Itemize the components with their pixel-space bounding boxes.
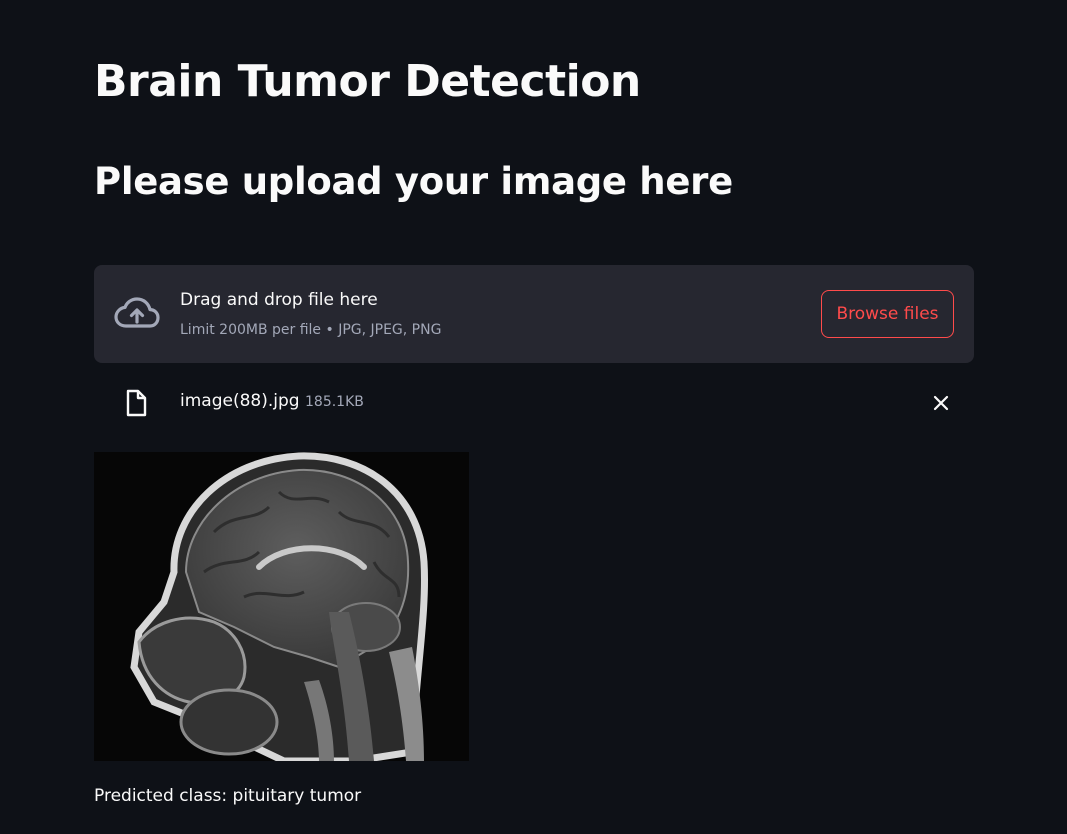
cloud-upload-icon xyxy=(114,297,160,328)
uploaded-file-size: 185.1KB xyxy=(305,394,364,410)
dropzone-limit: Limit 200MB per file • JPG, JPEG, PNG xyxy=(180,322,442,338)
dropzone-instructions: Drag and drop file here xyxy=(180,290,378,310)
prediction-result: Predicted class: pituitary tumor xyxy=(94,786,362,806)
close-icon xyxy=(933,395,949,411)
upload-heading: Please upload your image here xyxy=(94,160,733,203)
page-title: Brain Tumor Detection xyxy=(94,56,641,107)
file-dropzone[interactable]: Drag and drop file here Limit 200MB per … xyxy=(94,265,974,363)
remove-file-button[interactable] xyxy=(928,390,954,416)
uploaded-file-item: image(88).jpg 185.1KB xyxy=(94,380,974,424)
uploaded-file-name: image(88).jpg xyxy=(180,391,300,411)
browse-files-button[interactable]: Browse files xyxy=(821,290,954,338)
uploaded-mri-image xyxy=(94,452,469,761)
file-icon xyxy=(126,389,147,417)
